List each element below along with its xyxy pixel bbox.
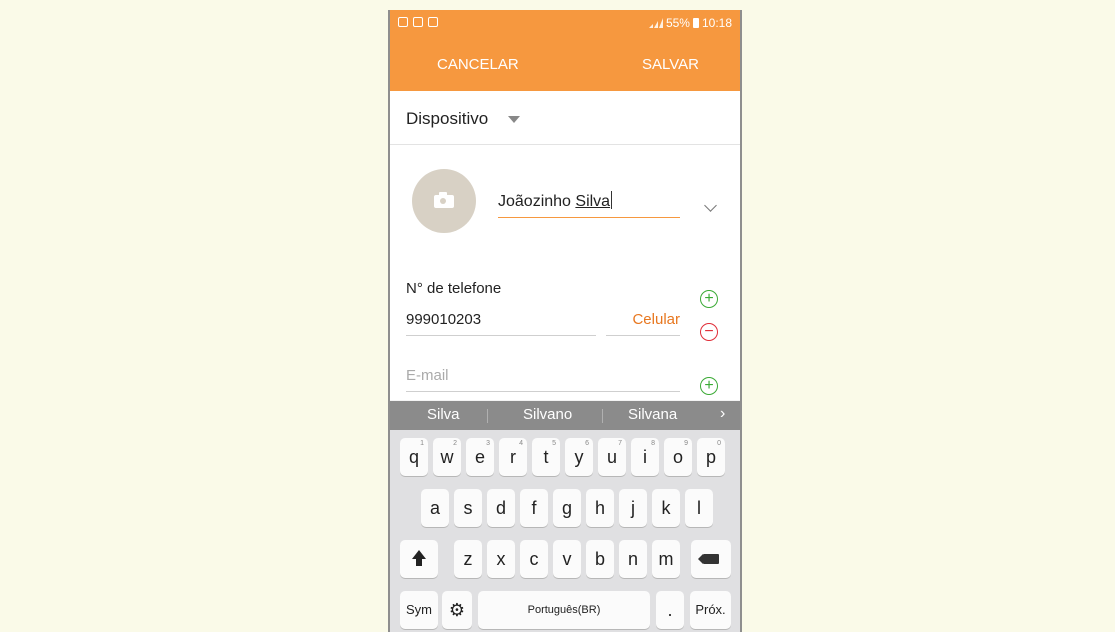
account-label: Dispositivo	[406, 109, 489, 128]
name-input[interactable]: Joãozinho Silva	[498, 191, 680, 218]
suggestion-item[interactable]: Silva	[427, 406, 460, 423]
suggestion-divider	[602, 409, 603, 423]
key-q[interactable]: q1	[400, 438, 428, 476]
notification-icon	[398, 17, 408, 27]
key-o[interactable]: o9	[664, 438, 692, 476]
key-u[interactable]: u7	[598, 438, 626, 476]
contact-photo-button[interactable]	[412, 169, 476, 233]
phone-number-input[interactable]: 999010203	[406, 311, 596, 336]
next-key[interactable]: Próx.	[690, 591, 731, 629]
action-bar: CANCELAR SALVAR	[390, 38, 740, 91]
key-b[interactable]: b	[586, 540, 614, 578]
battery-icon	[692, 18, 699, 28]
add-email-button[interactable]: +	[700, 377, 718, 395]
key-i[interactable]: i8	[631, 438, 659, 476]
phone-screen: 55% 10:18 CANCELAR SALVAR Dispositivo Jo…	[388, 10, 742, 632]
suggestion-divider	[487, 409, 488, 423]
key-a[interactable]: a	[421, 489, 449, 527]
name-first-text: Joãozinho	[498, 193, 576, 210]
key-p[interactable]: p0	[697, 438, 725, 476]
gear-icon: ⚙	[448, 600, 466, 620]
backspace-key[interactable]	[691, 540, 731, 578]
settings-key[interactable]: ⚙	[442, 591, 472, 629]
camera-icon	[434, 192, 454, 208]
key-n[interactable]: n	[619, 540, 647, 578]
save-button[interactable]: SALVAR	[642, 56, 699, 73]
key-z[interactable]: z	[454, 540, 482, 578]
screen-icon	[428, 17, 438, 27]
suggestion-item[interactable]: Silvana	[628, 406, 677, 423]
key-s[interactable]: s	[454, 489, 482, 527]
cancel-button[interactable]: CANCELAR	[437, 56, 519, 73]
space-key[interactable]: Português(BR)	[478, 591, 650, 629]
name-last-text: Silva	[575, 193, 611, 210]
key-y[interactable]: y6	[565, 438, 593, 476]
phone-section-label: N° de telefone	[406, 280, 502, 297]
expand-name-chevron-icon[interactable]	[704, 199, 717, 212]
suggestion-item[interactable]: Silvano	[523, 406, 572, 423]
clock: 10:18	[701, 16, 732, 30]
key-f[interactable]: f	[520, 489, 548, 527]
key-g[interactable]: g	[553, 489, 581, 527]
sym-key[interactable]: Sym	[400, 591, 438, 629]
wifi-signal-icon	[648, 18, 663, 28]
status-right: 55% 10:18	[648, 16, 732, 30]
key-h[interactable]: h	[586, 489, 614, 527]
status-bar: 55% 10:18	[390, 10, 740, 38]
suggestion-bar: Silva Silvano Silvana ›	[390, 401, 740, 430]
email-input[interactable]: E-mail	[406, 367, 680, 392]
mail-icon	[413, 17, 423, 27]
key-e[interactable]: e3	[466, 438, 494, 476]
notification-icons	[398, 17, 438, 27]
key-k[interactable]: k	[652, 489, 680, 527]
more-suggestions-chevron-icon[interactable]: ›	[720, 405, 725, 423]
remove-phone-button[interactable]: −	[700, 323, 718, 341]
shift-key[interactable]	[400, 540, 438, 578]
key-t[interactable]: t5	[532, 438, 560, 476]
account-selector[interactable]: Dispositivo	[390, 91, 740, 145]
key-j[interactable]: j	[619, 489, 647, 527]
keyboard: q1 w2 e3 r4 t5 y6 u7 i8 o9 p0 a s d f g …	[390, 430, 740, 632]
phone-type-selector[interactable]: Celular	[606, 311, 680, 336]
key-x[interactable]: x	[487, 540, 515, 578]
contact-form: Dispositivo Joãozinho Silva N° de telefo…	[390, 91, 740, 400]
key-d[interactable]: d	[487, 489, 515, 527]
battery-percent: 55%	[665, 16, 690, 30]
key-l[interactable]: l	[685, 489, 713, 527]
backspace-icon	[698, 554, 719, 564]
dropdown-arrow-icon	[508, 116, 520, 123]
key-w[interactable]: w2	[433, 438, 461, 476]
key-v[interactable]: v	[553, 540, 581, 578]
add-phone-button[interactable]: +	[700, 290, 718, 308]
key-c[interactable]: c	[520, 540, 548, 578]
key-m[interactable]: m	[652, 540, 680, 578]
key-r[interactable]: r4	[499, 438, 527, 476]
period-key[interactable]: .	[656, 591, 684, 629]
text-cursor	[611, 191, 613, 209]
